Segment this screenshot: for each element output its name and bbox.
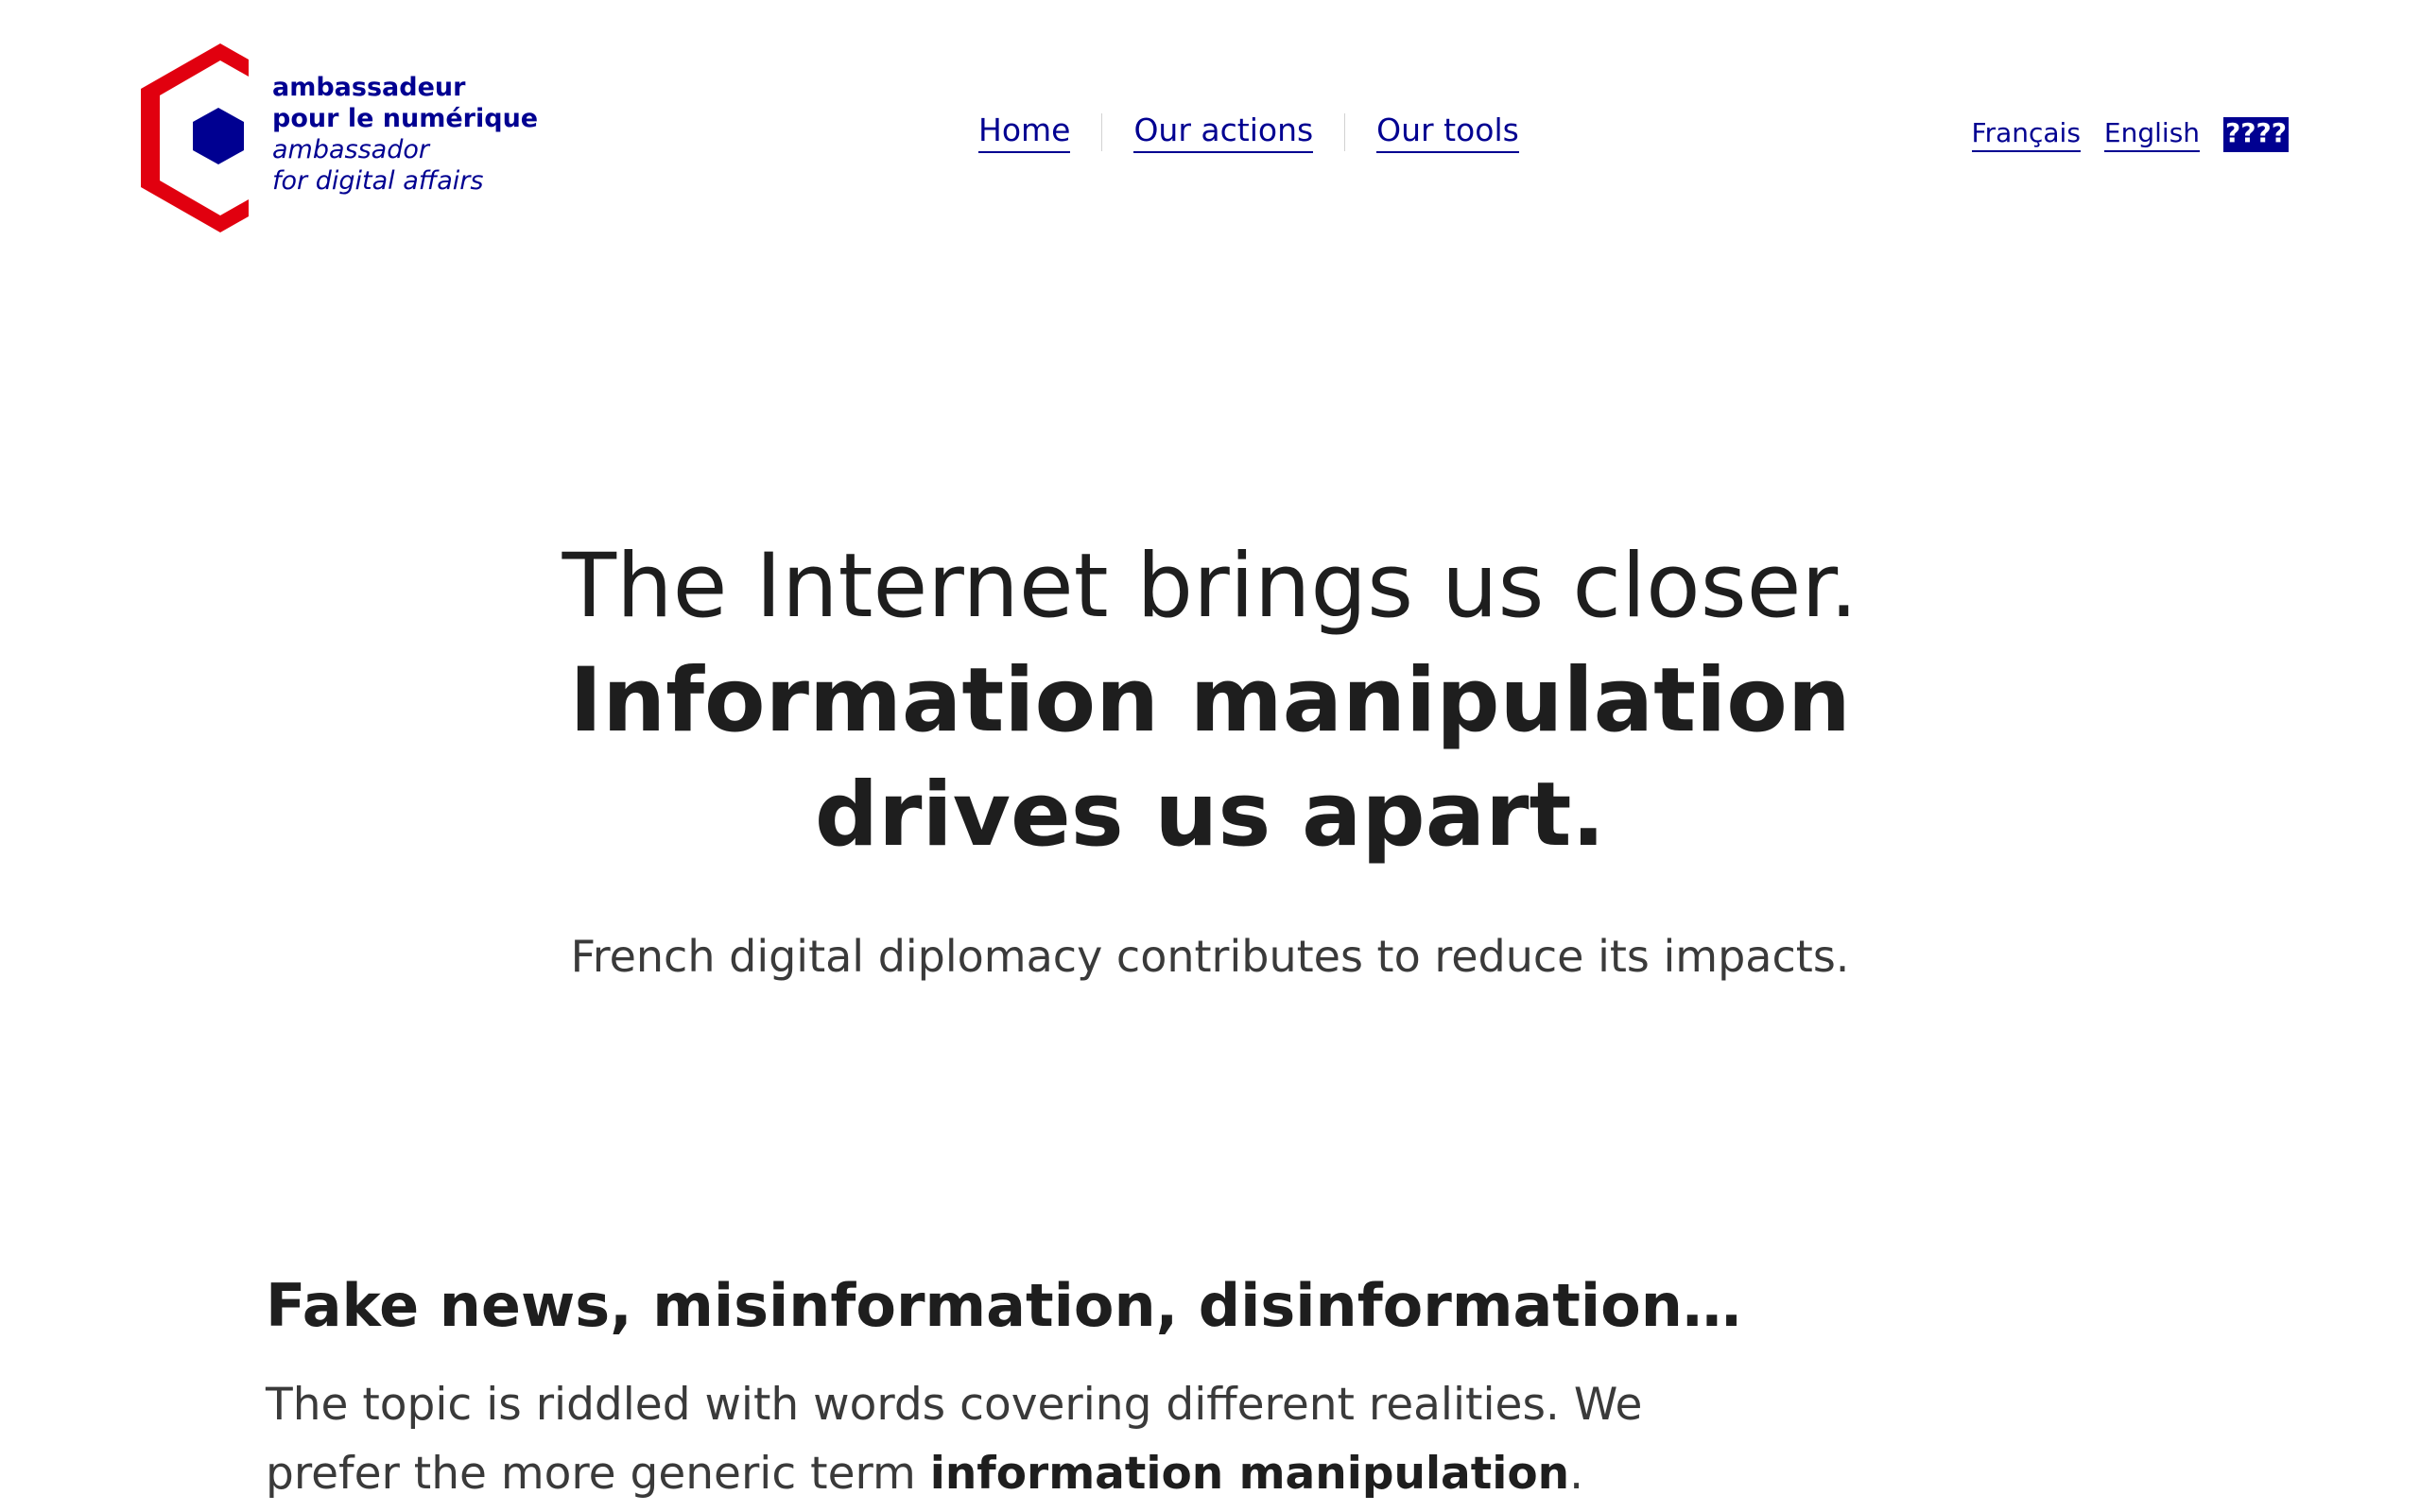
section-text-bold: information manipulation	[929, 1448, 1570, 1500]
hexagon-c-logo-icon	[141, 43, 249, 232]
hero-title-line-1: The Internet brings us closer.	[562, 535, 1858, 638]
logo-blue-hexagon	[193, 108, 244, 164]
language-link-other[interactable]: ????	[2223, 117, 2289, 152]
hero-subtitle: French digital diplomacy contributes to …	[570, 931, 1850, 982]
main-nav: Home Our actions Our tools	[978, 112, 1519, 153]
logo-text: ambassadeur pour le numérique ambassador…	[272, 72, 538, 197]
nav-divider	[1344, 113, 1346, 151]
hero-title-line-2: Information manipulation	[569, 649, 1851, 752]
logo-line-1: ambassadeur	[272, 73, 466, 102]
logo-line-4: for digital affairs	[272, 166, 484, 196]
fake-news-section: Fake news, misinformation, disinformatio…	[266, 1268, 1741, 1508]
nav-link-our-actions[interactable]: Our actions	[1133, 112, 1314, 153]
section-paragraph: The topic is riddled with words covering…	[266, 1370, 1684, 1508]
site-logo[interactable]: ambassadeur pour le numérique ambassador…	[138, 43, 538, 232]
language-switcher: Français English ????	[1948, 117, 2289, 152]
hero-title: The Internet brings us closer. Informati…	[0, 529, 2420, 872]
hero-title-line-3: drives us apart.	[814, 764, 1606, 867]
language-link-french[interactable]: Français	[1971, 117, 2081, 152]
hero-section: The Internet brings us closer. Informati…	[0, 529, 2420, 982]
nav-link-our-tools[interactable]: Our tools	[1376, 112, 1519, 153]
logo-line-3: ambassador	[272, 135, 429, 164]
logo-line-2: pour le numérique	[272, 104, 539, 133]
nav-divider	[1101, 113, 1103, 151]
nav-link-home[interactable]: Home	[978, 112, 1071, 153]
site-header: ambassadeur pour le numérique ambassador…	[0, 0, 2420, 246]
section-heading: Fake news, misinformation, disinformatio…	[266, 1271, 1741, 1340]
language-link-english[interactable]: English	[2103, 117, 2201, 152]
section-text-end: .	[1569, 1448, 1584, 1500]
